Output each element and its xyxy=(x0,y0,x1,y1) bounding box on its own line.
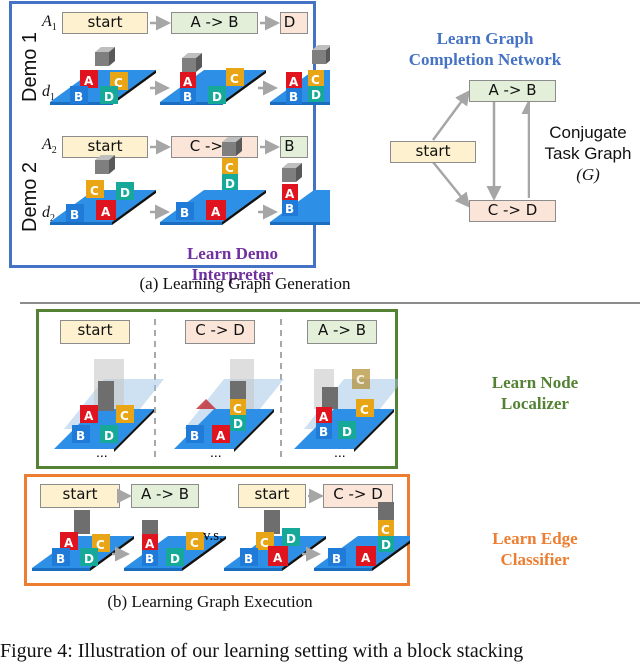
edge-right-scene-1: C D B A xyxy=(224,510,326,571)
node-localizer-label-line1: Learn Node xyxy=(491,373,579,392)
graph-label-line2: Task Graph xyxy=(544,144,632,163)
graph-label-line3: (G) xyxy=(576,165,600,184)
svg-text:C: C xyxy=(90,184,99,198)
svg-text:D: D xyxy=(381,538,391,552)
svg-text:A: A xyxy=(216,429,226,443)
demo2-scene-1: C D B A xyxy=(50,155,156,225)
svg-text:D: D xyxy=(104,429,114,443)
svg-text:A: A xyxy=(183,75,193,89)
svg-text:A: A xyxy=(273,551,283,565)
graph-node-start: start xyxy=(390,141,476,163)
svg-text:B: B xyxy=(190,429,199,443)
svg-text:B: B xyxy=(180,206,189,220)
svg-text:B: B xyxy=(145,552,154,566)
svg-text:A: A xyxy=(211,205,221,219)
demo2-scene-2: C D B A xyxy=(160,137,266,225)
localizer-scene-3: C A B C D xyxy=(294,369,398,452)
localizer-ellipsis-3: ... xyxy=(334,444,346,460)
conjugate-task-graph-label: Conjugate Task Graph (G) xyxy=(533,122,640,185)
svg-text:C: C xyxy=(381,523,390,537)
svg-text:D: D xyxy=(212,90,222,104)
svg-text:D: D xyxy=(311,88,321,102)
edge-classifier-label-line1: Learn Edge xyxy=(492,529,578,548)
svg-text:D: D xyxy=(120,186,130,200)
svg-text:B: B xyxy=(76,429,85,443)
edge-classifier-label: Learn Edge Classifier xyxy=(470,528,600,570)
svg-text:C: C xyxy=(233,402,242,416)
edge-classifier-label-line2: Classifier xyxy=(500,550,570,569)
section-divider xyxy=(20,302,640,304)
svg-text:A: A xyxy=(361,551,371,565)
svg-text:B: B xyxy=(244,552,253,566)
svg-text:D: D xyxy=(104,90,114,104)
versus-label: v.s. xyxy=(203,528,223,544)
graph-node-cd: C -> D xyxy=(469,200,556,222)
svg-text:C: C xyxy=(360,403,369,417)
edge-left-scene-1: A C B D xyxy=(32,510,134,571)
svg-text:A: A xyxy=(84,409,94,423)
localizer-scene-2: C D B A xyxy=(174,359,284,452)
svg-text:C: C xyxy=(225,161,234,175)
svg-text:B: B xyxy=(183,90,192,104)
svg-text:D: D xyxy=(286,532,296,546)
part-b-caption: (b) Learning Graph Execution xyxy=(107,592,313,611)
edge-start-to-cd xyxy=(432,161,471,208)
edge-right-scene-2: C D B A xyxy=(314,502,410,571)
svg-text:C: C xyxy=(190,536,199,550)
svg-text:B: B xyxy=(319,425,328,439)
localizer-scene-1: A C B D xyxy=(54,359,164,452)
svg-text:B: B xyxy=(332,552,341,566)
svg-text:B: B xyxy=(56,552,65,566)
demo1-scene-3: A B C D xyxy=(270,45,330,105)
svg-text:D: D xyxy=(342,425,352,439)
part-a-caption: (a) Learning Graph Generation xyxy=(139,274,351,293)
localizer-ellipsis-2: ... xyxy=(210,444,222,460)
demo-sequences-svg: A C B D A B C D A B C D C D B A C D B A xyxy=(50,15,330,225)
graph-label-line1: Conjugate xyxy=(549,123,627,142)
svg-text:A: A xyxy=(145,537,155,551)
demo1-scene-2: A B C D xyxy=(160,53,266,105)
svg-text:B: B xyxy=(289,90,298,104)
graph-node-ab: A -> B xyxy=(469,80,556,102)
svg-text:D: D xyxy=(84,552,94,566)
svg-text:C: C xyxy=(356,373,365,387)
svg-text:A: A xyxy=(64,536,74,550)
demo2-scene-3: A B xyxy=(270,163,330,225)
graph-completion-title-line1: Learn Graph xyxy=(436,29,534,48)
svg-text:D: D xyxy=(233,417,243,431)
svg-text:D: D xyxy=(170,552,180,566)
svg-text:B: B xyxy=(74,90,83,104)
localizer-ellipsis-1: ... xyxy=(96,444,108,460)
node-localizer-label: Learn Node Localizer xyxy=(470,372,600,414)
svg-text:C: C xyxy=(260,536,269,550)
svg-text:A: A xyxy=(289,75,299,89)
svg-text:D: D xyxy=(225,177,235,191)
demo1-scene-1: A C B D xyxy=(50,47,156,105)
graph-completion-title-line2: Completion Network xyxy=(408,50,562,69)
graph-completion-title: Learn Graph Completion Network xyxy=(385,28,585,70)
edge-start-to-ab xyxy=(431,89,470,141)
svg-text:A: A xyxy=(285,187,295,201)
svg-text:C: C xyxy=(311,73,320,87)
svg-text:B: B xyxy=(70,208,79,222)
svg-text:C: C xyxy=(120,409,129,423)
node-localizer-label-line2: Localizer xyxy=(501,394,569,413)
svg-text:A: A xyxy=(319,410,329,424)
svg-text:A: A xyxy=(84,74,94,88)
svg-text:C: C xyxy=(230,72,239,86)
svg-text:B: B xyxy=(285,202,294,216)
svg-text:A: A xyxy=(101,205,111,219)
